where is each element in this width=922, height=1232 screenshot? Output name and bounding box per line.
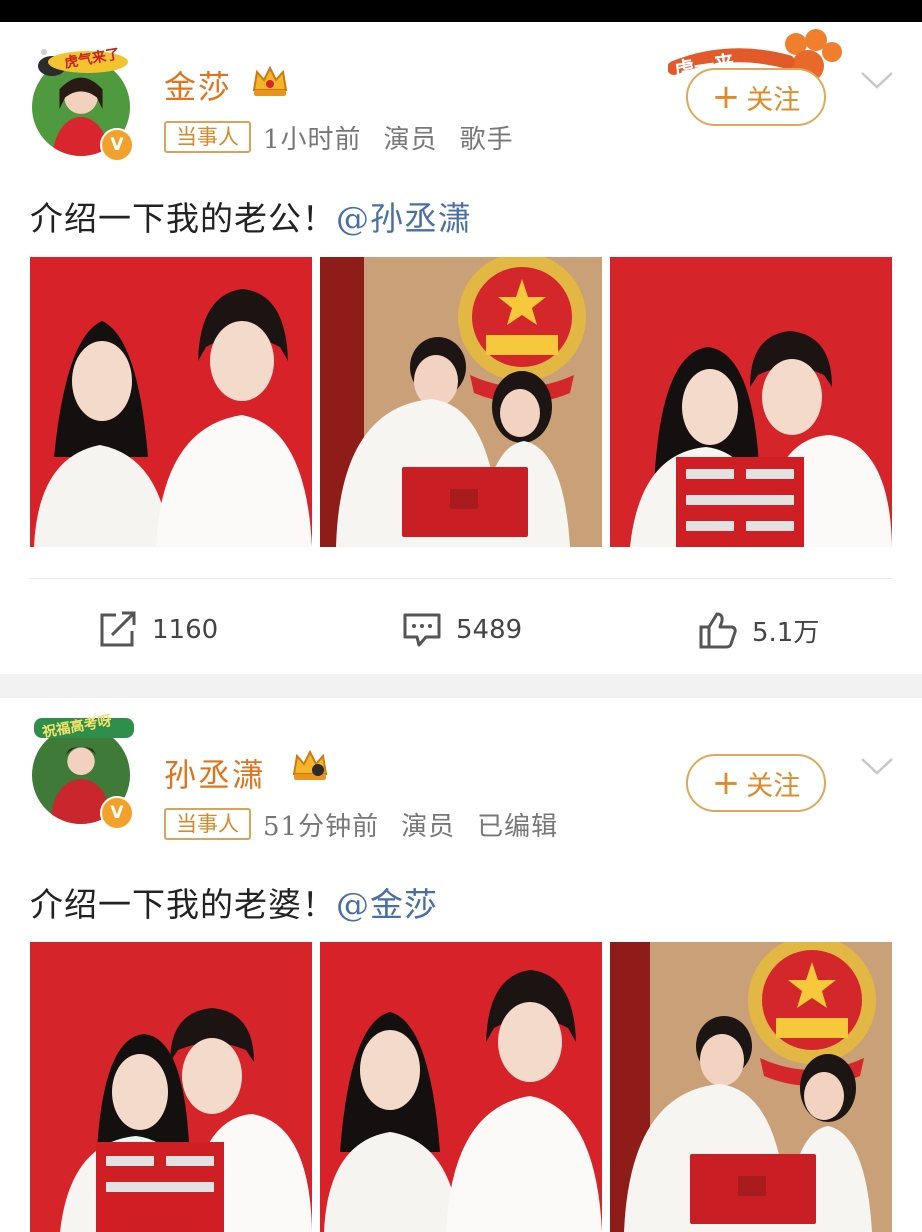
weibo-post: 祝福高考呀 V 孙丞潇 当事人 51分钟前 演员 已编辑 + 关注 介绍一下我的… [0,698,922,1232]
user-extra: 歌手 [459,124,514,155]
plus-icon: + [711,77,741,117]
crown-icon [292,749,328,780]
divider [30,578,892,579]
post-photo[interactable] [30,942,312,1232]
repost-button[interactable]: 1160 [98,610,218,650]
like-icon [699,612,737,649]
post-photo[interactable] [320,257,602,547]
mention-link[interactable]: @孙丞潇 [336,199,472,238]
red-background-xi-photo [30,942,312,1232]
plus-icon: + [711,763,741,803]
post-photo[interactable] [610,942,892,1232]
party-tag: 当事人 [164,808,251,840]
verified-icon: V [100,128,134,162]
repost-icon [100,611,136,647]
post-text-body: 介绍一下我的老公！ [30,199,336,238]
post-photo[interactable] [610,257,892,547]
party-tag: 当事人 [164,121,251,153]
mention-link[interactable]: @金莎 [336,885,438,924]
chevron-down-icon[interactable] [860,70,894,90]
avatar-container[interactable]: 虎气来了 V [28,40,140,180]
user-role: 演员 [383,124,438,155]
post-time: 1小时前 [263,124,362,155]
weibo-post: 虎气来了 V 金莎 当事人 1小时前 演员 歌手 虎一来 + 关注 介绍一下我的… [0,22,922,674]
user-name[interactable]: 金莎 [164,62,232,108]
red-background-portrait [30,257,312,547]
post-photo[interactable] [30,257,312,547]
follow-label: 关注 [746,770,801,802]
like-count: 5.1万 [752,617,820,648]
red-background-xi-photo [610,257,892,547]
post-text: 介绍一下我的老公！@孙丞潇 [30,192,472,240]
red-background-portrait [320,942,602,1232]
repost-count: 1160 [152,615,219,645]
chevron-down-icon[interactable] [860,756,894,776]
user-extra: 已编辑 [477,811,559,842]
user-role: 演员 [401,811,456,842]
emblem-certificate-photo [610,942,892,1232]
status-bar [0,0,922,22]
emblem-certificate-photo [320,257,602,547]
follow-button[interactable]: + 关注 [686,754,826,812]
follow-button[interactable]: + 关注 [686,68,826,126]
post-photo[interactable] [320,942,602,1232]
comment-button[interactable]: 5489 [402,610,522,650]
like-button[interactable]: 5.1万 [698,610,819,650]
follow-label: 关注 [746,84,801,116]
post-meta: 当事人 51分钟前 演员 已编辑 [164,808,559,842]
user-name[interactable]: 孙丞潇 [164,750,266,796]
post-meta: 当事人 1小时前 演员 歌手 [164,121,514,155]
post-text-body: 介绍一下我的老婆！ [30,885,336,924]
crown-icon [252,65,288,96]
post-text: 介绍一下我的老婆！@金莎 [30,878,438,926]
avatar-container[interactable]: 祝福高考呀 V [28,708,140,848]
verified-icon: V [100,796,134,830]
comment-icon [403,613,441,647]
post-separator [0,674,922,698]
post-time: 51分钟前 [263,811,380,842]
comment-count: 5489 [456,615,523,645]
